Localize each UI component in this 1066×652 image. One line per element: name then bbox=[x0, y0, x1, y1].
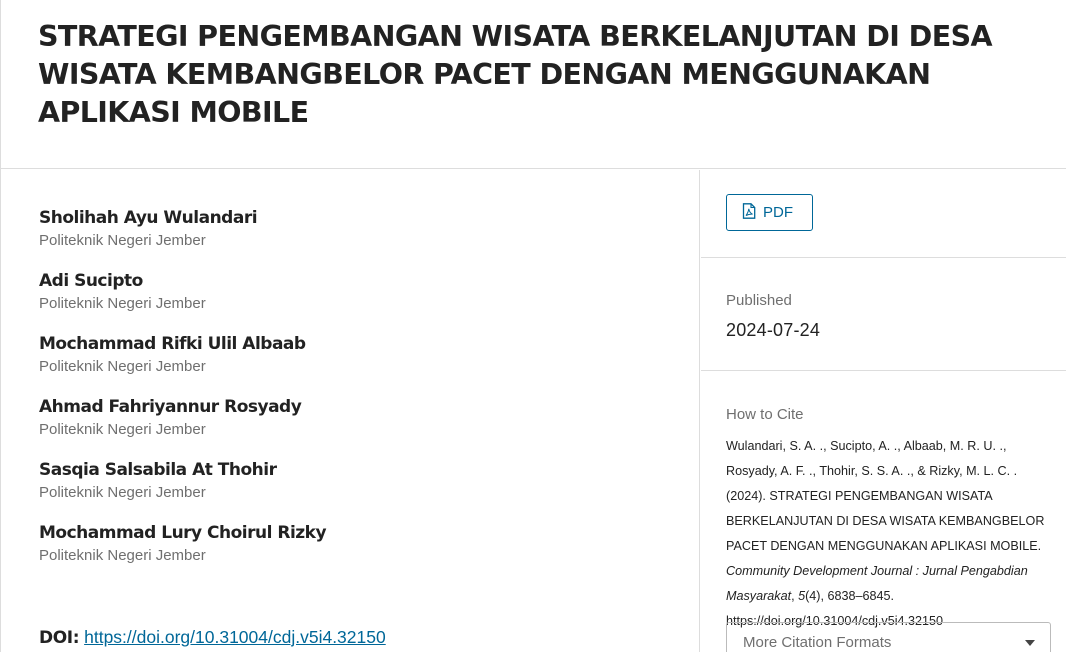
author-affiliation: Politeknik Negeri Jember bbox=[39, 232, 206, 249]
citation-body: Wulandari, S. A. ., Sucipto, A. ., Albaa… bbox=[726, 439, 1045, 553]
author-item: Mochammad Rifki Ulil Albaab Politeknik N… bbox=[39, 332, 659, 395]
author-affiliation: Politeknik Negeri Jember bbox=[39, 358, 206, 375]
doi-label: DOI: bbox=[39, 628, 80, 648]
author-name: Sholihah Ayu Wulandari bbox=[39, 208, 258, 228]
author-affiliation: Politeknik Negeri Jember bbox=[39, 547, 206, 564]
article-sidebar: PDF Published 2024-07-24 How to Cite Wul… bbox=[701, 170, 1066, 652]
author-name: Adi Sucipto bbox=[39, 271, 143, 291]
citation-issue-pages: (4), 6838–6845. bbox=[805, 589, 895, 603]
citation-block: How to Cite Wulandari, S. A. ., Sucipto,… bbox=[701, 371, 1066, 652]
citation-format-dropdown[interactable]: More Citation Formats bbox=[726, 622, 1051, 652]
author-name: Ahmad Fahriyannur Rosyady bbox=[39, 397, 302, 417]
author-item: Ahmad Fahriyannur Rosyady Politeknik Neg… bbox=[39, 395, 659, 458]
author-item: Mochammad Lury Choirul Rizky Politeknik … bbox=[39, 521, 659, 584]
article-header: STRATEGI PENGEMBANGAN WISATA BERKELANJUT… bbox=[1, 0, 1066, 169]
citation-label: How to Cite bbox=[726, 406, 804, 423]
published-block: Published 2024-07-24 bbox=[701, 258, 1066, 371]
published-label: Published bbox=[726, 292, 792, 309]
author-name: Mochammad Rifki Ulil Albaab bbox=[39, 334, 306, 354]
file-pdf-icon bbox=[742, 202, 763, 223]
author-affiliation: Politeknik Negeri Jember bbox=[39, 484, 206, 501]
author-name: Mochammad Lury Choirul Rizky bbox=[39, 523, 327, 543]
chevron-down-icon bbox=[1025, 640, 1035, 646]
article-page: STRATEGI PENGEMBANGAN WISATA BERKELANJUT… bbox=[0, 0, 1066, 652]
author-affiliation: Politeknik Negeri Jember bbox=[39, 421, 206, 438]
pdf-button-label: PDF bbox=[763, 204, 793, 221]
citation-format-label: More Citation Formats bbox=[743, 633, 892, 651]
author-affiliation: Politeknik Negeri Jember bbox=[39, 295, 206, 312]
author-item: Adi Sucipto Politeknik Negeri Jember bbox=[39, 269, 659, 332]
published-date: 2024-07-24 bbox=[726, 320, 821, 340]
author-list: Sholihah Ayu Wulandari Politeknik Negeri… bbox=[39, 206, 659, 584]
pdf-button[interactable]: PDF bbox=[726, 194, 813, 231]
article-main: Sholihah Ayu Wulandari Politeknik Negeri… bbox=[1, 170, 700, 652]
citation-text: Wulandari, S. A. ., Sucipto, A. ., Albaa… bbox=[726, 434, 1056, 634]
galley-block: PDF bbox=[701, 170, 1066, 258]
author-item: Sholihah Ayu Wulandari Politeknik Negeri… bbox=[39, 206, 659, 269]
author-item: Sasqia Salsabila At Thohir Politeknik Ne… bbox=[39, 458, 659, 521]
author-name: Sasqia Salsabila At Thohir bbox=[39, 460, 277, 480]
doi-link[interactable]: https://doi.org/10.31004/cdj.v5i4.32150 bbox=[84, 627, 386, 647]
doi-row: DOI: https://doi.org/10.31004/cdj.v5i4.3… bbox=[39, 625, 386, 650]
page-title: STRATEGI PENGEMBANGAN WISATA BERKELANJUT… bbox=[38, 20, 993, 129]
